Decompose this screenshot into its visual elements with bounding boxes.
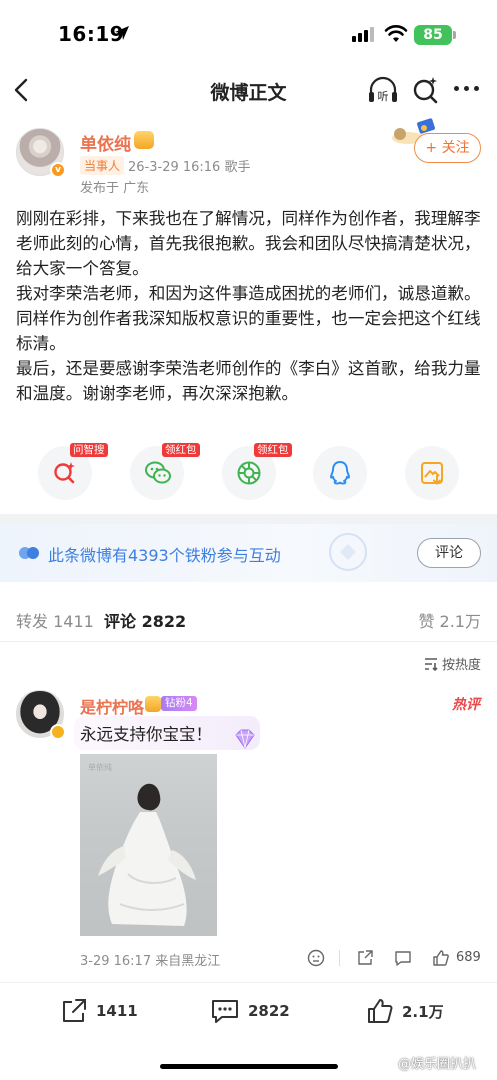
like-button[interactable]: 2.1万 bbox=[366, 997, 444, 1025]
cell-signal-icon bbox=[352, 27, 374, 42]
ai-search-icon bbox=[54, 462, 75, 484]
like-count: 2.1万 bbox=[402, 1002, 444, 1021]
post-paragraph: 刚刚在彩排，下来我也在了解情况，同样作为创作者，我理解李老师此刻的心情，首先我很… bbox=[16, 209, 481, 278]
action-tag: 领红包 bbox=[254, 443, 292, 457]
comment-count: 2822 bbox=[248, 1002, 290, 1020]
emoji-reply-icon[interactable] bbox=[307, 949, 325, 967]
action-tag: 问智搜 bbox=[70, 443, 108, 457]
like-icon[interactable] bbox=[432, 949, 450, 967]
post-meta: 26-3-29 16:16 歌手 bbox=[128, 160, 251, 175]
save-image-action[interactable] bbox=[405, 446, 459, 500]
separator bbox=[339, 950, 340, 966]
follow-button[interactable]: + 关注 bbox=[414, 133, 481, 163]
wifi-icon bbox=[384, 25, 408, 42]
verified-badge-icon bbox=[50, 724, 66, 740]
comment-avatar[interactable] bbox=[16, 690, 66, 740]
author-name[interactable]: 单依纯 bbox=[80, 130, 131, 155]
share-actions: 问智搜 领红包 领红包 bbox=[0, 443, 497, 502]
thumb-up-icon bbox=[368, 999, 393, 1023]
moments-icon bbox=[237, 461, 261, 485]
crown-badge-icon bbox=[134, 131, 154, 149]
fans-text: 此条微博有4393个铁粉参与互动 bbox=[48, 546, 281, 565]
battery-indicator: 85 bbox=[414, 25, 452, 45]
section-divider bbox=[0, 514, 497, 524]
tab-bar: 转发 1411 评论 2822 赞 2.1万 bbox=[0, 598, 497, 642]
action-tag: 领红包 bbox=[162, 443, 200, 457]
ai-search-action[interactable]: 问智搜 bbox=[38, 443, 108, 500]
home-indicator[interactable] bbox=[160, 1064, 338, 1069]
crown-badge-icon bbox=[145, 696, 161, 712]
sort-label: 按热度 bbox=[441, 658, 481, 673]
tab-repost[interactable]: 转发 1411 bbox=[16, 608, 94, 632]
moments-action[interactable]: 领红包 bbox=[222, 443, 292, 500]
fans-icon bbox=[19, 547, 39, 559]
sort-icon bbox=[424, 657, 438, 671]
qq-icon bbox=[330, 461, 350, 485]
location-arrow-icon bbox=[115, 26, 129, 40]
post-paragraph: 最后，还是要感谢李荣浩老师创作的《李白》这首歌，给我力量和温度。谢谢李老师，再次… bbox=[16, 359, 481, 403]
comment-image[interactable]: 单依纯 bbox=[80, 754, 217, 936]
nav-bar: 微博正文 听 bbox=[0, 68, 497, 112]
reply-icon[interactable] bbox=[394, 949, 412, 967]
banner-decoration-icon bbox=[329, 533, 367, 571]
diamond-icon bbox=[235, 729, 255, 749]
repost-icon bbox=[63, 999, 86, 1022]
verified-badge-icon: v bbox=[50, 162, 66, 178]
repost-count: 1411 bbox=[96, 1002, 138, 1020]
wechat-action[interactable]: 领红包 bbox=[130, 443, 200, 500]
comment-text: 永远支持你宝宝！ bbox=[80, 725, 212, 744]
comment-actions bbox=[0, 948, 497, 970]
save-image-icon bbox=[421, 462, 443, 485]
hot-comment-tag: 热评 bbox=[452, 697, 480, 713]
listen-label: 听 bbox=[378, 90, 389, 103]
share-icon[interactable] bbox=[356, 949, 374, 967]
comment-button[interactable]: 评论 bbox=[417, 538, 481, 568]
tab-comment[interactable]: 评论 2822 bbox=[104, 608, 186, 632]
comment-author[interactable]: 是柠柠咯 bbox=[80, 694, 144, 718]
post-paragraph: 我对李荣浩老师，和因为这件事造成困扰的老师们，诚恳道歉。同样作为创作者我深知版权… bbox=[16, 284, 481, 353]
photo-figure bbox=[98, 783, 196, 926]
qq-action[interactable] bbox=[313, 446, 367, 500]
tab-like[interactable]: 赞 2.1万 bbox=[418, 608, 481, 632]
comment-icon bbox=[212, 1000, 238, 1023]
author-avatar[interactable]: v bbox=[16, 128, 66, 178]
post-body: 刚刚在彩排，下来我也在了解情况，同样作为创作者，我理解李老师此刻的心情，首先我很… bbox=[16, 206, 484, 406]
party-tag: 当事人 bbox=[80, 156, 125, 175]
bottom-action-bar: 1411 2822 2.1万 bbox=[0, 982, 497, 1042]
post-location: 发布于 广东 bbox=[80, 181, 150, 196]
repost-button[interactable]: 1411 bbox=[60, 997, 138, 1025]
fan-level-tag: 钻粉4 bbox=[161, 696, 197, 711]
comment-like-count: 689 bbox=[456, 950, 481, 965]
more-icon[interactable] bbox=[454, 86, 479, 91]
wechat-icon bbox=[145, 461, 171, 484]
fans-banner[interactable]: 此条微博有4393个铁粉参与互动 评论 bbox=[0, 524, 497, 582]
battery-tip bbox=[453, 31, 456, 39]
status-bar: 16:19 85 bbox=[0, 0, 497, 70]
ai-search-icon[interactable] bbox=[411, 74, 441, 106]
sort-toggle[interactable]: 按热度 bbox=[424, 654, 481, 673]
listen-icon[interactable]: 听 bbox=[366, 74, 400, 106]
watermark: @娱乐圈扒扒 bbox=[398, 1057, 477, 1072]
comment-bar-button[interactable]: 2822 bbox=[210, 997, 290, 1025]
